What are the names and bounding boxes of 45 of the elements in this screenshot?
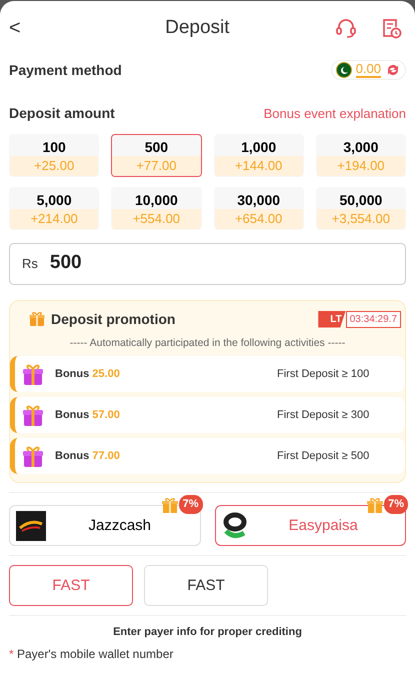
- page-title: Deposit: [164, 16, 231, 40]
- amount-option[interactable]: 50,000 +3,554.00: [316, 186, 406, 230]
- promotion-title: Deposit promotion: [51, 310, 176, 329]
- amount-option[interactable]: 10,000 +554.00: [111, 186, 202, 230]
- gift-icon: [160, 496, 178, 514]
- section-label: Payment method: [9, 62, 122, 78]
- flag-icon: [336, 62, 352, 78]
- bonus-text: Bonus 25.00: [55, 368, 121, 381]
- amount-option[interactable]: 3,000 +194.00: [316, 134, 406, 176]
- amount-option[interactable]: 5,000 +214.00: [9, 186, 100, 230]
- deposit-condition: First Deposit ≥ 500: [277, 450, 370, 463]
- countdown-timer: 03:34:29.7: [346, 310, 401, 328]
- required-mark: *: [9, 647, 14, 662]
- deposit-condition: First Deposit ≥ 100: [277, 368, 370, 381]
- gift-icon: [21, 403, 45, 428]
- channel-option[interactable]: FAST: [144, 565, 268, 606]
- amount-option[interactable]: 1,000 +144.00: [214, 134, 304, 176]
- bonus-text: Bonus 77.00: [55, 450, 121, 463]
- refresh-icon: [385, 62, 401, 78]
- gift-icon: [21, 444, 45, 468]
- bonus-explanation-link[interactable]: Bonus event explanation: [264, 104, 406, 124]
- amount-option[interactable]: 500 +77.00: [111, 134, 202, 176]
- promotion-subtitle: ----- Automatically participated in the following activities -----: [68, 336, 346, 350]
- channel-option[interactable]: FAST: [9, 565, 133, 606]
- time-limit-tag: LT: [318, 310, 346, 328]
- amount-field[interactable]: Rs 500: [9, 242, 406, 284]
- payer-info-title: Enter payer info for proper crediting: [112, 626, 303, 640]
- bonus-text: Bonus 57.00: [55, 408, 121, 422]
- gift-icon: [366, 496, 384, 514]
- back-button[interactable]: <: [9, 13, 21, 43]
- discount-badge: 7%: [178, 495, 202, 514]
- field-label: Payer's mobile wallet number: [16, 647, 174, 662]
- wallet-logo-icon: [16, 510, 46, 541]
- gift-icon: [21, 362, 45, 386]
- record-icon[interactable]: [380, 17, 402, 39]
- section-label: Deposit amount: [9, 105, 115, 122]
- amount-option[interactable]: 30,000 +654.00: [214, 186, 304, 230]
- gift-icon: [29, 311, 45, 327]
- balance-amount: 0.00: [356, 62, 381, 78]
- discount-badge: 7%: [384, 495, 408, 514]
- deposit-condition: First Deposit ≥ 300: [277, 408, 370, 422]
- amount-option[interactable]: 100 +25.00: [9, 134, 100, 176]
- wallet-logo-icon: [222, 510, 248, 541]
- currency-label: Rs: [22, 254, 38, 273]
- headset-icon[interactable]: [334, 16, 358, 40]
